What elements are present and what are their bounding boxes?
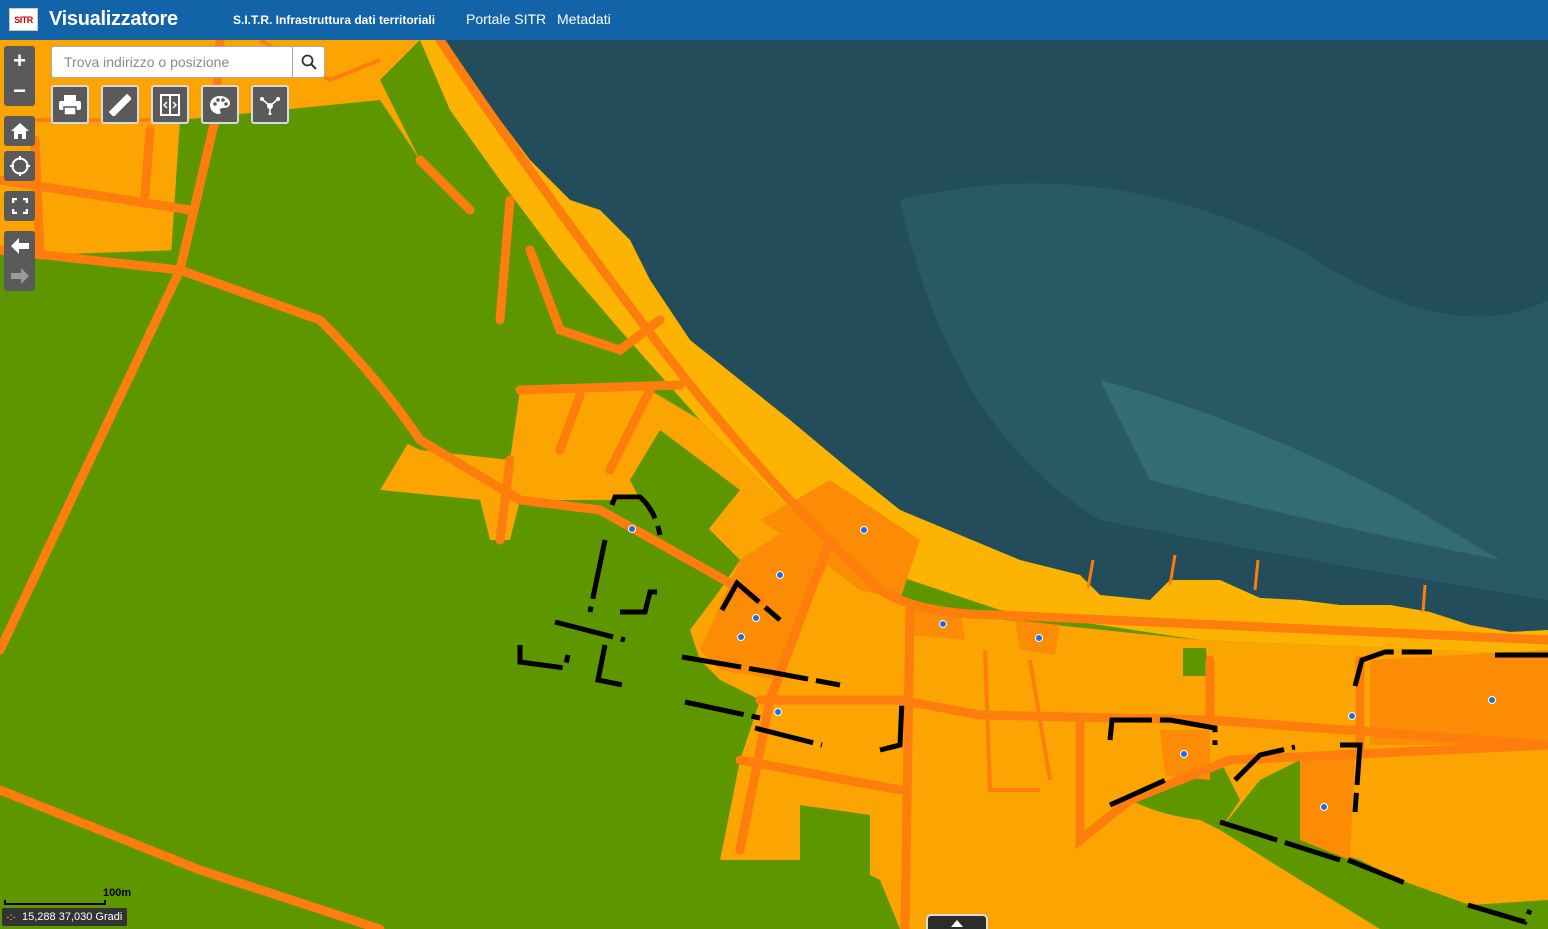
palette-icon (210, 95, 230, 114)
portale-sitr-link[interactable]: Portale SITR (466, 11, 546, 27)
ruler-icon (109, 93, 131, 116)
coordinate-text: 15,288 37,030 Gradi (22, 911, 123, 923)
arrow-right-icon (10, 268, 29, 284)
search-bar (51, 46, 325, 78)
search-input[interactable] (52, 47, 292, 77)
chevron-up-icon (951, 919, 963, 927)
map-view[interactable] (0, 40, 1548, 929)
app-title: Visualizzatore (49, 8, 178, 30)
search-icon (301, 54, 317, 70)
swipe-icon (160, 93, 180, 116)
print-button[interactable] (51, 85, 89, 124)
arrow-left-icon (10, 238, 29, 254)
attribute-table-toggle[interactable] (926, 914, 988, 929)
swipe-button[interactable] (151, 85, 189, 124)
scale-bar-line (4, 900, 106, 905)
zoom-control: + − (4, 46, 35, 106)
fullscreen-button[interactable] (4, 191, 35, 221)
scale-bar: 100m (4, 885, 132, 905)
extent-navigation (4, 231, 35, 291)
scale-label: 100m (103, 887, 132, 899)
app-header: SITR Visualizzatore S.I.T.R. Infrastrutt… (0, 0, 1548, 40)
crosshair-icon: ·:· (6, 911, 16, 923)
zoom-in-button[interactable]: + (4, 46, 35, 76)
locate-icon (4, 151, 35, 181)
previous-extent-button[interactable] (4, 231, 35, 261)
home-icon (4, 116, 35, 146)
next-extent-button[interactable] (4, 261, 35, 291)
sitr-logo[interactable]: SITR (9, 8, 38, 31)
coordinate-display[interactable]: ·:· 15,288 37,030 Gradi (2, 908, 128, 926)
locate-button[interactable] (4, 151, 35, 181)
zoom-out-button[interactable]: − (4, 76, 35, 106)
map-canvas (0, 40, 1548, 929)
share-button[interactable] (251, 85, 289, 124)
app-subtitle: S.I.T.R. Infrastruttura dati territorial… (233, 13, 436, 27)
basemap-gallery-button[interactable] (201, 85, 239, 124)
measure-button[interactable] (101, 85, 139, 124)
print-icon (59, 94, 81, 115)
metadati-link[interactable]: Metadati (557, 11, 611, 27)
share-icon (260, 96, 280, 115)
search-button[interactable] (292, 47, 324, 77)
fullscreen-icon (4, 191, 35, 221)
home-button[interactable] (4, 116, 35, 146)
